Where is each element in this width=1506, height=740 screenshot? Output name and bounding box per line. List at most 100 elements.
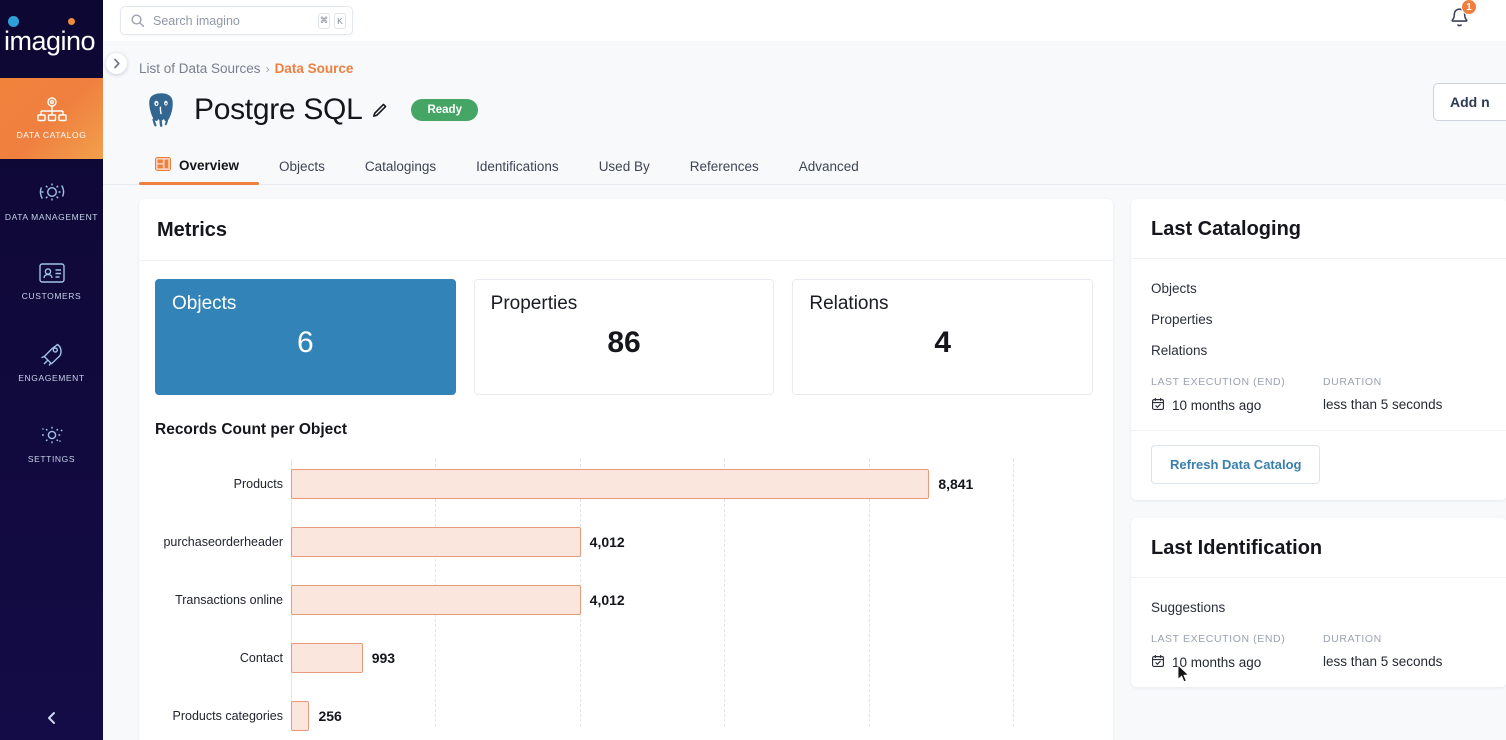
breadcrumb-root[interactable]: List of Data Sources <box>139 61 261 76</box>
sidebar-item-label: DATA MANAGEMENT <box>4 212 99 222</box>
metric-label: Relations <box>809 293 889 314</box>
page-content: List of Data Sources › Data Source Postg… <box>103 41 1506 740</box>
logo-dot-orange-icon <box>68 18 75 25</box>
global-search[interactable]: ⌘ K <box>120 6 353 35</box>
chart-bar[interactable] <box>291 527 581 557</box>
chart-bar-row[interactable]: Products 8,841 <box>139 467 1113 501</box>
chart-bar-track: 4,012 <box>291 527 1113 557</box>
cataloging-last-execution: LAST EXECUTION (END) 10 months ago <box>1151 376 1323 414</box>
notifications-button[interactable]: 1 <box>1448 0 1477 35</box>
metric-tile-relations[interactable]: Relations 4 <box>792 279 1094 395</box>
tab-catalogings[interactable]: Catalogings <box>345 150 456 184</box>
add-button[interactable]: Add n <box>1433 83 1506 121</box>
status-badge: Ready <box>411 99 478 121</box>
right-column: Last Cataloging Objects Properties Relat… <box>1131 199 1506 687</box>
tab-label: Catalogings <box>364 159 437 174</box>
cataloging-last-execution-value: 10 months ago <box>1172 398 1262 413</box>
tab-label: Overview <box>179 158 240 173</box>
page-title-row: Postgre SQL Ready <box>139 88 1506 132</box>
sidebar-item-label: SETTINGS <box>27 454 76 464</box>
tab-used-by[interactable]: Used By <box>579 150 670 184</box>
sidebar-item-customers[interactable]: CUSTOMERS <box>0 240 103 321</box>
gear-sparkle-icon <box>37 421 67 449</box>
metric-tile-objects[interactable]: Objects 6 <box>155 279 456 395</box>
brand-name: imagino <box>3 25 96 56</box>
identification-meta: LAST EXECUTION (END) 10 months ago DURAT… <box>1151 633 1487 671</box>
tab-objects[interactable]: Objects <box>259 150 345 184</box>
tab-advanced[interactable]: Advanced <box>779 150 879 184</box>
sidebar-item-settings[interactable]: SETTINGS <box>0 402 103 483</box>
tab-overview[interactable]: Overview <box>139 148 260 185</box>
rocket-icon <box>37 340 67 368</box>
chart-bar[interactable] <box>291 585 581 615</box>
last-cataloging-body: Objects Properties Relations LAST EXECUT… <box>1131 259 1506 430</box>
last-cataloging-card: Last Cataloging Objects Properties Relat… <box>1131 199 1506 500</box>
tab-references[interactable]: References <box>670 150 779 184</box>
chart-category-label: purchaseorderheader <box>163 535 283 549</box>
last-cataloging-header: Last Cataloging <box>1131 199 1506 259</box>
records-count-bar-chart: Products 8,841 purchaseorderheader 4,012 Tra… <box>139 457 1113 731</box>
metric-value: 4 <box>934 326 952 359</box>
identification-duration: DURATION less than 5 seconds <box>1323 633 1487 671</box>
top-bar-actions: 1 <box>1448 0 1493 35</box>
cataloging-duration-label: DURATION <box>1323 376 1382 388</box>
sidebar-item-engagement[interactable]: ENGAGEMENT <box>0 321 103 402</box>
cataloging-meta: LAST EXECUTION (END) 10 months ago DURAT… <box>1151 376 1487 414</box>
metrics-card: Metrics Objects 6 Properties 86 Relation… <box>139 199 1113 740</box>
tab-label: Identifications <box>476 159 559 174</box>
sidebar-item-data-catalog[interactable]: DATA CATALOG <box>0 78 103 159</box>
sidebar-item-label: DATA CATALOG <box>16 130 87 140</box>
breadcrumb-current[interactable]: Data Source <box>275 61 354 76</box>
chart-bar-row[interactable]: Contact 993 <box>139 641 1113 675</box>
sidebar-collapse-button[interactable] <box>0 710 103 726</box>
tab-identifications[interactable]: Identifications <box>456 150 579 184</box>
metric-value: 86 <box>607 326 641 359</box>
chart-bar-track: 993 <box>291 643 1113 673</box>
metrics-title: Metrics <box>157 219 228 241</box>
page-header: List of Data Sources › Data Source Postg… <box>103 41 1506 132</box>
postgresql-elephant-icon <box>139 88 183 132</box>
tab-label: Objects <box>279 159 325 174</box>
metric-label: Properties <box>490 293 578 314</box>
identification-last-execution-label: LAST EXECUTION (END) <box>1151 633 1286 645</box>
pencil-icon[interactable] <box>371 102 388 119</box>
chevron-right-icon <box>114 58 120 69</box>
chart-bar-row[interactable]: Transactions online 4,012 <box>139 583 1113 617</box>
cataloging-row-relations: Relations <box>1151 343 1208 358</box>
chart-bar[interactable] <box>291 701 310 731</box>
chart-bar-track: 256 <box>291 701 1113 731</box>
chart-category-label: Products categories <box>172 709 283 723</box>
metric-tile-properties[interactable]: Properties 86 <box>473 279 775 395</box>
chart-plot-area: Products 8,841 purchaseorderheader 4,012 Tra… <box>139 457 1113 731</box>
calendar-check-icon <box>1151 397 1165 414</box>
sidebar-item-label: CUSTOMERS <box>21 291 82 301</box>
primary-sidebar: imagino DATA CATALOG DATA MANAGEMENT CUS… <box>0 0 103 740</box>
sidebar-expand-button[interactable] <box>106 53 127 74</box>
chart-bar-row[interactable]: Products categories 256 <box>139 699 1113 733</box>
chart-category-label: Contact <box>239 651 283 665</box>
cataloging-duration: DURATION less than 5 seconds <box>1323 376 1487 414</box>
app-logo[interactable]: imagino <box>0 0 103 78</box>
refresh-data-catalog-button[interactable]: Refresh Data Catalog <box>1151 445 1321 484</box>
chevron-left-icon <box>47 712 55 724</box>
calendar-check-icon <box>1151 654 1165 671</box>
overview-icon-svg <box>155 157 171 171</box>
tab-label: Used By <box>598 159 650 174</box>
chart-bar[interactable] <box>291 643 363 673</box>
chart-bar-row[interactable]: purchaseorderheader 4,012 <box>139 525 1113 559</box>
sitemap-gear-icon <box>36 97 67 125</box>
last-identification-header: Last Identification <box>1131 518 1506 578</box>
last-cataloging-footer: Refresh Data Catalog <box>1131 430 1506 500</box>
chart-bar[interactable] <box>291 469 930 499</box>
breadcrumb-separator: › <box>265 61 270 76</box>
identification-last-execution: LAST EXECUTION (END) 10 months ago <box>1151 633 1323 671</box>
chart-bar-value: 993 <box>371 650 396 666</box>
top-bar: ⌘ K 1 <box>103 0 1506 41</box>
search-input[interactable] <box>153 13 314 28</box>
gear-refresh-icon <box>37 177 67 207</box>
notification-badge: 1 <box>1461 0 1477 15</box>
last-identification-body: Suggestions LAST EXECUTION (END) 10 mont… <box>1131 578 1506 687</box>
sidebar-item-data-management[interactable]: DATA MANAGEMENT <box>0 159 103 240</box>
overview-icon <box>155 157 171 174</box>
chart-bar-track: 4,012 <box>291 585 1113 615</box>
